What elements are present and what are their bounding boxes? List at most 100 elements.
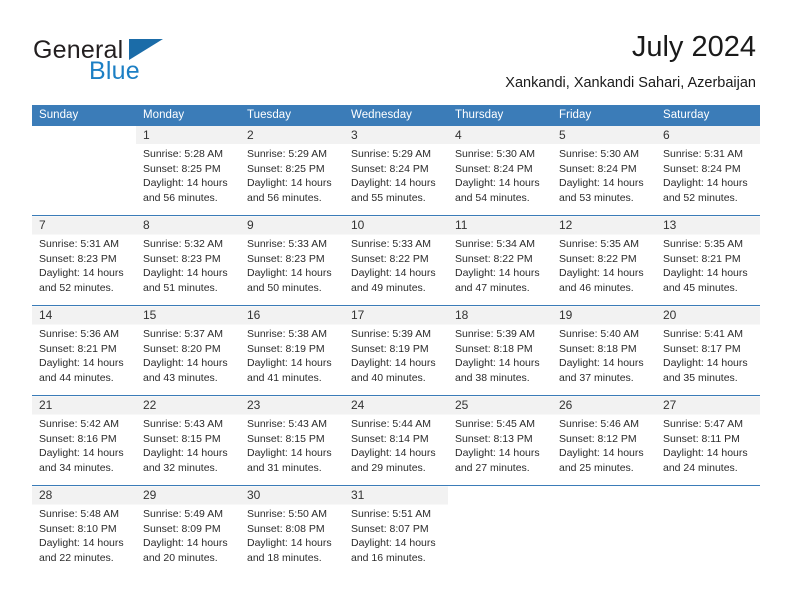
- sunrise-text: Sunrise: 5:39 AM: [455, 328, 535, 340]
- day-details: Sunrise: 5:50 AM Sunset: 8:08 PM Daylight:…: [240, 504, 344, 565]
- day-number: 8: [143, 218, 150, 232]
- daylight-text: and 18 minutes.: [247, 551, 322, 564]
- sunrise-text: Sunrise: 5:34 AM: [455, 238, 535, 250]
- daylight-text: and 53 minutes.: [559, 191, 634, 204]
- day-details: Sunrise: 5:38 AM Sunset: 8:19 PM Daylight:…: [240, 324, 344, 385]
- sunset-text: Sunset: 8:15 PM: [143, 432, 221, 445]
- daylight-text: Daylight: 14 hours: [351, 357, 436, 370]
- daylight-text: and 47 minutes.: [455, 281, 530, 294]
- general-blue-logo[interactable]: General Blue: [33, 36, 263, 86]
- calendar-body: 1 Sunrise: 5:28 AM Sunset: 8:25 PM Daylight…: [32, 126, 760, 575]
- calendar-day-cell[interactable]: 25 Sunrise: 5:45 AM Sunset: 8:13 PM Dayligh…: [448, 395, 552, 486]
- day-number: 31: [351, 488, 365, 502]
- day-number: 26: [559, 398, 573, 412]
- calendar-day-cell[interactable]: 30 Sunrise: 5:50 AM Sunset: 8:08 PM Dayligh…: [240, 485, 344, 575]
- calendar-day-cell[interactable]: 6 Sunrise: 5:31 AM Sunset: 8:24 PM Daylight…: [656, 126, 760, 216]
- day-details: Sunrise: 5:33 AM Sunset: 8:23 PM Daylight:…: [240, 234, 344, 295]
- sunset-text: Sunset: 8:12 PM: [559, 432, 637, 445]
- daylight-text: and 22 minutes.: [39, 551, 114, 564]
- weekday-header-wednesday: Wednesday: [344, 105, 448, 126]
- day-number: 4: [455, 128, 462, 142]
- calendar-day-cell[interactable]: 15 Sunrise: 5:37 AM Sunset: 8:20 PM Dayligh…: [136, 305, 240, 396]
- sunrise-text: Sunrise: 5:41 AM: [663, 328, 743, 340]
- day-number: 6: [663, 128, 670, 142]
- sunrise-text: Sunrise: 5:28 AM: [143, 148, 223, 160]
- weekday-header-saturday: Saturday: [656, 105, 760, 126]
- daylight-text: and 27 minutes.: [455, 461, 530, 474]
- calendar-day-cell[interactable]: 14 Sunrise: 5:36 AM Sunset: 8:21 PM Dayligh…: [32, 305, 136, 396]
- logo-text-blue: Blue: [89, 57, 140, 85]
- calendar-day-cell[interactable]: 26 Sunrise: 5:46 AM Sunset: 8:12 PM Dayligh…: [552, 395, 656, 486]
- daylight-text: and 25 minutes.: [559, 461, 634, 474]
- day-details: Sunrise: 5:47 AM Sunset: 8:11 PM Daylight:…: [656, 414, 760, 475]
- sunrise-text: Sunrise: 5:30 AM: [559, 148, 639, 160]
- sunrise-text: Sunrise: 5:40 AM: [559, 328, 639, 340]
- day-details: Sunrise: 5:34 AM Sunset: 8:22 PM Daylight:…: [448, 234, 552, 295]
- calendar-day-cell[interactable]: 5 Sunrise: 5:30 AM Sunset: 8:24 PM Daylight…: [552, 126, 656, 216]
- day-details: Sunrise: 5:29 AM Sunset: 8:25 PM Daylight:…: [240, 144, 344, 205]
- sunset-text: Sunset: 8:22 PM: [351, 252, 429, 265]
- daylight-text: Daylight: 14 hours: [247, 177, 332, 190]
- calendar-day-cell[interactable]: 22 Sunrise: 5:43 AM Sunset: 8:15 PM Dayligh…: [136, 395, 240, 486]
- sunrise-text: Sunrise: 5:39 AM: [351, 328, 431, 340]
- calendar-day-cell[interactable]: 8 Sunrise: 5:32 AM Sunset: 8:23 PM Daylight…: [136, 215, 240, 306]
- calendar-day-cell[interactable]: 27 Sunrise: 5:47 AM Sunset: 8:11 PM Dayligh…: [656, 395, 760, 486]
- day-number: 29: [143, 488, 157, 502]
- daylight-text: and 56 minutes.: [247, 191, 322, 204]
- calendar-day-cell[interactable]: 18 Sunrise: 5:39 AM Sunset: 8:18 PM Dayligh…: [448, 305, 552, 396]
- calendar-day-cell[interactable]: 20 Sunrise: 5:41 AM Sunset: 8:17 PM Dayligh…: [656, 305, 760, 396]
- day-details: Sunrise: 5:37 AM Sunset: 8:20 PM Daylight:…: [136, 324, 240, 385]
- calendar-day-cell[interactable]: 19 Sunrise: 5:40 AM Sunset: 8:18 PM Dayligh…: [552, 305, 656, 396]
- calendar-day-cell[interactable]: 2 Sunrise: 5:29 AM Sunset: 8:25 PM Daylight…: [240, 126, 344, 216]
- day-details: Sunrise: 5:42 AM Sunset: 8:16 PM Daylight:…: [32, 414, 136, 475]
- day-details: Sunrise: 5:35 AM Sunset: 8:22 PM Daylight:…: [552, 234, 656, 295]
- sunset-text: Sunset: 8:24 PM: [455, 162, 533, 175]
- day-number: 5: [559, 128, 566, 142]
- sunrise-text: Sunrise: 5:51 AM: [351, 508, 431, 520]
- daylight-text: and 40 minutes.: [351, 371, 426, 384]
- daylight-text: Daylight: 14 hours: [143, 177, 228, 190]
- calendar-day-cell[interactable]: 17 Sunrise: 5:39 AM Sunset: 8:19 PM Dayligh…: [344, 305, 448, 396]
- daylight-text: Daylight: 14 hours: [663, 267, 748, 280]
- calendar-day-cell[interactable]: 28 Sunrise: 5:48 AM Sunset: 8:10 PM Dayligh…: [32, 485, 136, 575]
- day-number: 23: [247, 398, 261, 412]
- calendar-day-cell[interactable]: 4 Sunrise: 5:30 AM Sunset: 8:24 PM Daylight…: [448, 126, 552, 216]
- calendar-day-cell[interactable]: 24 Sunrise: 5:44 AM Sunset: 8:14 PM Dayligh…: [344, 395, 448, 486]
- sunrise-text: Sunrise: 5:48 AM: [39, 508, 119, 520]
- calendar-day-cell[interactable]: 16 Sunrise: 5:38 AM Sunset: 8:19 PM Dayligh…: [240, 305, 344, 396]
- daylight-text: Daylight: 14 hours: [39, 357, 124, 370]
- calendar-day-cell[interactable]: 1 Sunrise: 5:28 AM Sunset: 8:25 PM Daylight…: [136, 126, 240, 216]
- day-number: 25: [455, 398, 469, 412]
- day-details: Sunrise: 5:43 AM Sunset: 8:15 PM Daylight:…: [240, 414, 344, 475]
- day-number: 27: [663, 398, 677, 412]
- calendar-day-cell[interactable]: 13 Sunrise: 5:35 AM Sunset: 8:21 PM Dayligh…: [656, 215, 760, 306]
- calendar-day-cell[interactable]: 12 Sunrise: 5:35 AM Sunset: 8:22 PM Dayligh…: [552, 215, 656, 306]
- sunrise-text: Sunrise: 5:33 AM: [247, 238, 327, 250]
- daylight-text: Daylight: 14 hours: [455, 177, 540, 190]
- calendar-day-cell[interactable]: 10 Sunrise: 5:33 AM Sunset: 8:22 PM Dayligh…: [344, 215, 448, 306]
- calendar-day-cell[interactable]: 9 Sunrise: 5:33 AM Sunset: 8:23 PM Daylight…: [240, 215, 344, 306]
- daylight-text: Daylight: 14 hours: [143, 447, 228, 460]
- day-details: Sunrise: 5:48 AM Sunset: 8:10 PM Daylight:…: [32, 504, 136, 565]
- day-details: Sunrise: 5:39 AM Sunset: 8:19 PM Daylight:…: [344, 324, 448, 385]
- weekday-header-sunday: Sunday: [32, 105, 136, 126]
- sunrise-text: Sunrise: 5:47 AM: [663, 418, 743, 430]
- day-number: 1: [143, 128, 150, 142]
- calendar-day-cell[interactable]: 11 Sunrise: 5:34 AM Sunset: 8:22 PM Dayligh…: [448, 215, 552, 306]
- calendar-week-row: 21 Sunrise: 5:42 AM Sunset: 8:16 PM Dayligh…: [32, 395, 760, 486]
- calendar-table: Sunday Monday Tuesday Wednesday Thursday…: [32, 105, 760, 575]
- sunset-text: Sunset: 8:14 PM: [351, 432, 429, 445]
- daylight-text: and 55 minutes.: [351, 191, 426, 204]
- calendar-day-cell[interactable]: 29 Sunrise: 5:49 AM Sunset: 8:09 PM Dayligh…: [136, 485, 240, 575]
- calendar-day-cell[interactable]: 3 Sunrise: 5:29 AM Sunset: 8:24 PM Daylight…: [344, 126, 448, 216]
- calendar-day-cell[interactable]: 7 Sunrise: 5:31 AM Sunset: 8:23 PM Daylight…: [32, 215, 136, 306]
- calendar-page: General Blue July 2024 Xankandi, Xankand…: [0, 0, 792, 612]
- daylight-text: and 34 minutes.: [39, 461, 114, 474]
- daylight-text: and 43 minutes.: [143, 371, 218, 384]
- calendar-day-cell[interactable]: 21 Sunrise: 5:42 AM Sunset: 8:16 PM Dayligh…: [32, 395, 136, 486]
- calendar-day-cell[interactable]: 31 Sunrise: 5:51 AM Sunset: 8:07 PM Dayligh…: [344, 485, 448, 575]
- sunrise-text: Sunrise: 5:35 AM: [559, 238, 639, 250]
- calendar-day-cell[interactable]: 23 Sunrise: 5:43 AM Sunset: 8:15 PM Dayligh…: [240, 395, 344, 486]
- day-number: 14: [39, 308, 53, 322]
- day-number: 19: [559, 308, 573, 322]
